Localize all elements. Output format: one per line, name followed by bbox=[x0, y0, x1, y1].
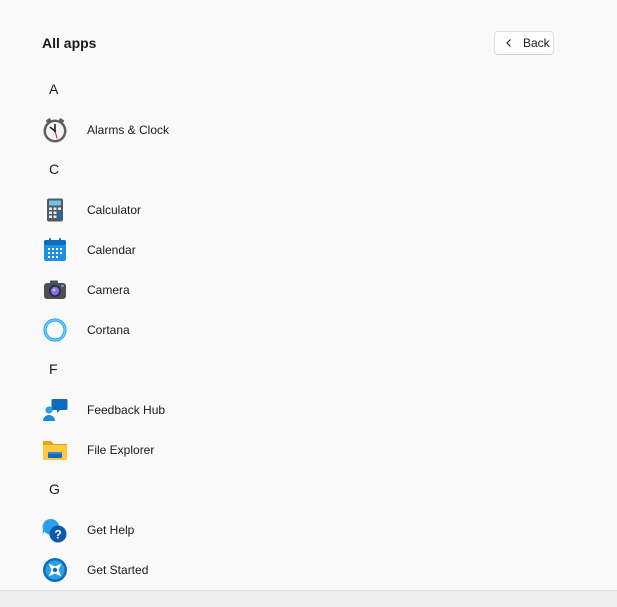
group-header-g[interactable]: G bbox=[0, 469, 617, 509]
group-header-c[interactable]: C bbox=[0, 149, 617, 189]
app-item-calculator[interactable]: Calculator bbox=[0, 189, 617, 229]
group-letter: C bbox=[49, 161, 60, 177]
group-header-f[interactable]: F bbox=[0, 349, 617, 389]
back-button[interactable]: Back bbox=[494, 31, 554, 55]
app-label: File Explorer bbox=[87, 443, 155, 457]
group-letter: A bbox=[49, 81, 59, 97]
app-item-get-started[interactable]: Get Started bbox=[0, 549, 617, 589]
app-label: Get Help bbox=[87, 523, 135, 537]
app-item-alarms-clock[interactable]: Alarms & Clock bbox=[0, 109, 617, 149]
apps-list: A Alarms & Clock C Calculator Calendar C… bbox=[0, 69, 617, 589]
app-label: Calculator bbox=[87, 203, 142, 217]
svg-text:?: ? bbox=[54, 528, 61, 542]
app-item-cortana[interactable]: Cortana bbox=[0, 309, 617, 349]
app-label: Cortana bbox=[87, 323, 130, 337]
get-help-icon: ? bbox=[42, 517, 68, 543]
chevron-left-icon bbox=[506, 39, 511, 47]
cortana-icon bbox=[42, 317, 68, 343]
app-item-get-help[interactable]: ? Get Help bbox=[0, 509, 617, 549]
app-item-feedback-hub[interactable]: Feedback Hub bbox=[0, 389, 617, 429]
calendar-icon bbox=[42, 237, 68, 263]
group-letter: F bbox=[49, 361, 58, 377]
back-button-label: Back bbox=[523, 36, 550, 50]
app-label: Camera bbox=[87, 283, 130, 297]
camera-icon bbox=[42, 277, 68, 303]
file-explorer-icon bbox=[42, 437, 68, 463]
app-label: Get Started bbox=[87, 563, 149, 577]
app-item-file-explorer[interactable]: File Explorer bbox=[0, 429, 617, 469]
feedback-hub-icon bbox=[42, 397, 68, 423]
start-menu-footer bbox=[0, 590, 617, 607]
group-header-a[interactable]: A bbox=[0, 69, 617, 109]
app-item-calendar[interactable]: Calendar bbox=[0, 229, 617, 269]
group-letter: G bbox=[49, 481, 60, 497]
calculator-icon bbox=[42, 197, 68, 223]
app-label: Feedback Hub bbox=[87, 403, 166, 417]
app-label: Alarms & Clock bbox=[87, 123, 170, 137]
all-apps-panel: All apps Back A Alarms & Clock C Calcula… bbox=[0, 0, 617, 590]
alarm-clock-icon bbox=[42, 117, 68, 143]
page-title: All apps bbox=[42, 35, 97, 51]
app-item-camera[interactable]: Camera bbox=[0, 269, 617, 309]
app-label: Calendar bbox=[87, 243, 136, 257]
get-started-icon bbox=[42, 557, 68, 583]
